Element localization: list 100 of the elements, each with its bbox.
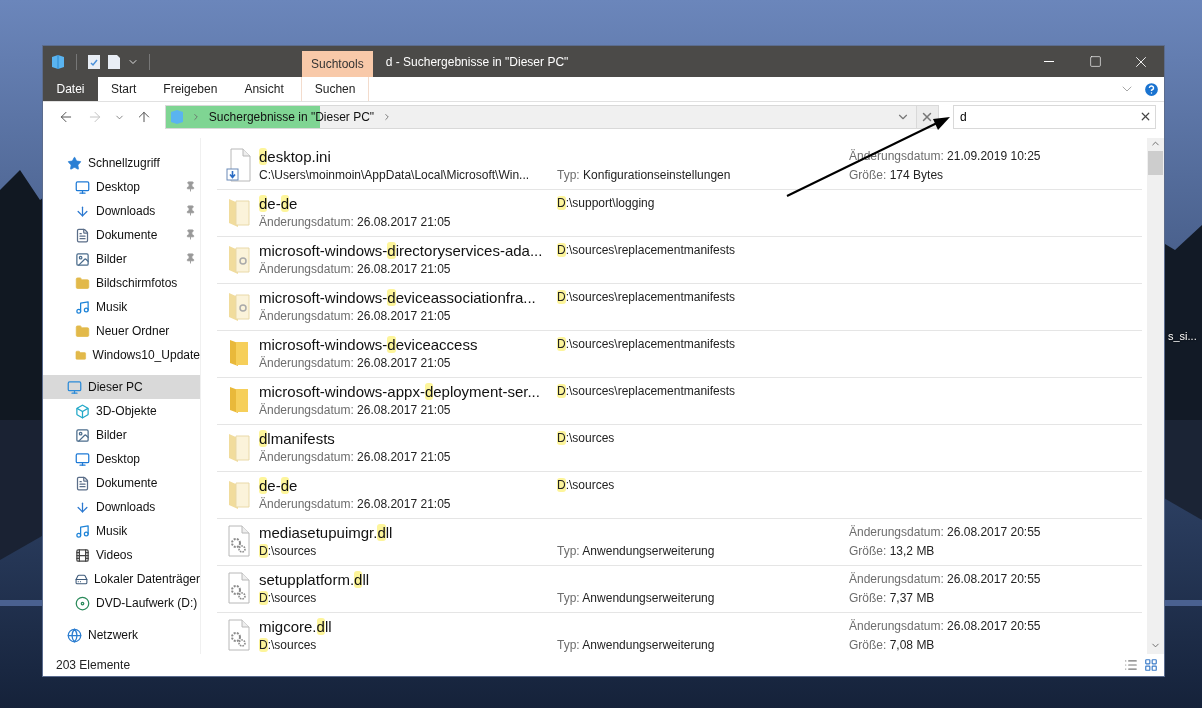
sidebar-item[interactable]: Videos [43,543,200,567]
result-row[interactable]: dlmanifests D:\sources Änderungsdatum: 26.08.2017 21:05 [217,425,1142,472]
file-size: Größe: 13,2 MB [849,544,936,558]
disc-icon [75,595,90,611]
result-row[interactable]: setupplatform.dll Änderungsdatum: 26.08.2017 20:55 D:\sources Typ: Anwendungserweiterung Größe: 7,37 MB [217,566,1142,613]
folder-gear-icon [227,290,251,322]
folder-location: D:\support\logging [557,196,656,210]
large-icons-view-icon[interactable] [1144,658,1158,672]
folder-icon [75,275,90,291]
modified-date: Änderungsdatum: 26.08.2017 21:05 [259,215,452,229]
document-icon [75,475,90,491]
file-name: de-de [259,476,299,494]
folder-icon [227,196,251,228]
sidebar-item[interactable]: Windows10_Update [43,343,200,367]
folder-icon [227,478,251,510]
result-row[interactable]: microsoft-windows-deviceassociationfra... D:\sources\replacementmanifests Änderungsdatum: 26.08.2017 21:05 [217,284,1142,331]
folder-location: D:\sources\replacementmanifests [557,243,737,257]
file-name: de-de [259,194,299,212]
sidebar-item[interactable]: Neuer Ordner [43,319,200,343]
folder-location: D:\sources [557,478,616,492]
down-arrow-icon [75,203,90,219]
details-view-icon[interactable] [1124,658,1138,672]
cube-icon [75,403,90,419]
sidebar-item[interactable]: Bilder [43,247,200,271]
monitor-icon [75,179,90,195]
file-name: microsoft-windows-deviceassociationfra... [259,288,537,306]
file-name: microsoft-windows-directoryservices-ada... [259,241,544,259]
file-size: Größe: 7,08 MB [849,638,936,652]
contextual-tab-label: Suchtools [302,51,373,77]
document-icon [75,227,90,243]
sidebar-item[interactable]: Desktop [43,175,200,199]
sidebar-item[interactable]: Bildschirmfotos [43,271,200,295]
folder-location: D:\sources [557,431,616,445]
address-bar[interactable]: Suchergebnisse in "Dieser PC" [164,105,939,129]
sidebar-item[interactable]: Dieser PC [43,375,200,399]
properties-icon[interactable] [87,53,101,70]
sidebar-item[interactable]: DVD-Laufwerk (D:) [43,591,200,615]
gear-file-icon [227,619,251,651]
file-type: Typ: Anwendungserweiterung [557,638,716,652]
sidebar-item[interactable]: 3D-Objekte [43,399,200,423]
file-location: D:\sources [259,638,318,652]
clear-search-button[interactable] [1139,110,1152,123]
file-name: dlmanifests [259,429,336,447]
maximize-icon [1088,55,1102,68]
result-row[interactable]: de-de D:\support\logging Änderungsdatum: 26.08.2017 21:05 [217,190,1142,237]
ribbon-tab[interactable]: Suchen [300,77,370,101]
ribbon-tab[interactable]: Datei [43,77,98,101]
result-row[interactable]: migcore.dll Änderungsdatum: 26.08.2017 20:55 D:\sources Typ: Anwendungserweiterung Größe: 7,08 MB [217,613,1142,654]
sidebar-item[interactable]: Bilder [43,423,200,447]
result-row[interactable]: microsoft-windows-directoryservices-ada... D:\sources\replacementmanifests Änderungsdatum: 26.08.2017 21:05 [217,237,1142,284]
folder-icon [228,385,250,415]
sidebar-item[interactable]: Musik [43,519,200,543]
pin-icon [185,205,196,216]
pin-icon [185,181,196,192]
file-type: Typ: Anwendungserweiterung [557,591,716,605]
sidebar-item[interactable]: Lokaler Datenträger [43,567,200,591]
file-size: Größe: 174 Bytes [849,168,945,182]
pin-icon [185,229,196,240]
image-icon [75,251,90,267]
music-note-icon [75,523,90,539]
image-icon [75,427,90,443]
help-icon[interactable] [1143,80,1160,98]
desktop-icon-label: s_si... [1168,330,1197,342]
file-location: D:\sources [259,591,318,605]
globe-icon [67,627,82,643]
sidebar-item[interactable]: Downloads [43,495,200,519]
sidebar-item[interactable]: Desktop [43,447,200,471]
modified-date: Änderungsdatum: 26.08.2017 20:55 [849,572,1042,586]
result-row[interactable]: microsoft-windows-deviceaccess D:\sources\replacementmanifests Änderungsdatum: 26.08.2017 21:05 [217,331,1142,378]
result-row[interactable]: de-de D:\sources Änderungsdatum: 26.08.2017 21:05 [217,472,1142,519]
sidebar-item[interactable]: Dokumente [43,223,200,247]
file-icon [226,148,252,182]
result-row[interactable]: microsoft-windows-appx-deployment-ser... D:\sources\replacementmanifests Änderungsdatum: 26.08.2017 21:05 [217,378,1142,425]
stop-button[interactable] [916,106,938,128]
sidebar-item[interactable]: Dokumente [43,471,200,495]
file-location: D:\sources [259,544,318,558]
file-type: Typ: Anwendungserweiterung [557,544,716,558]
modified-date: Änderungsdatum: 26.08.2017 21:05 [259,497,452,511]
sidebar-item[interactable]: Netzwerk [43,623,200,647]
sidebar-item[interactable]: Musik [43,295,200,319]
pin-icon [185,253,196,264]
folder-icon [227,431,251,463]
result-row[interactable]: mediasetupuimgr.dll Änderungsdatum: 26.08.2017 20:55 D:\sources Typ: Anwendungserweiterung Größe: 13,2 MB [217,519,1142,566]
folder-location: D:\sources\replacementmanifests [557,290,737,304]
sidebar-item[interactable]: Schnellzugriff [43,151,200,175]
scrollbar[interactable] [1147,138,1164,654]
file-name: desktop.ini [259,147,332,165]
folder-location: D:\sources\replacementmanifests [557,337,737,351]
minimize-icon [1044,61,1054,62]
gear-file-icon [227,525,251,557]
close-icon [1139,110,1152,123]
search-field[interactable]: d [953,105,1156,129]
file-name: microsoft-windows-appx-deployment-ser... [259,382,541,400]
modified-date: Änderungsdatum: 26.08.2017 21:05 [259,403,452,417]
sidebar-item[interactable]: Downloads [43,199,200,223]
file-name: mediasetupuimgr.dll [259,523,394,541]
window-title: d - Suchergebnisse in "Dieser PC" [385,53,570,71]
scroll-thumb[interactable] [1148,151,1163,175]
breadcrumb[interactable]: Suchergebnisse in "Dieser PC" [206,110,377,124]
music-note-icon [75,299,90,315]
